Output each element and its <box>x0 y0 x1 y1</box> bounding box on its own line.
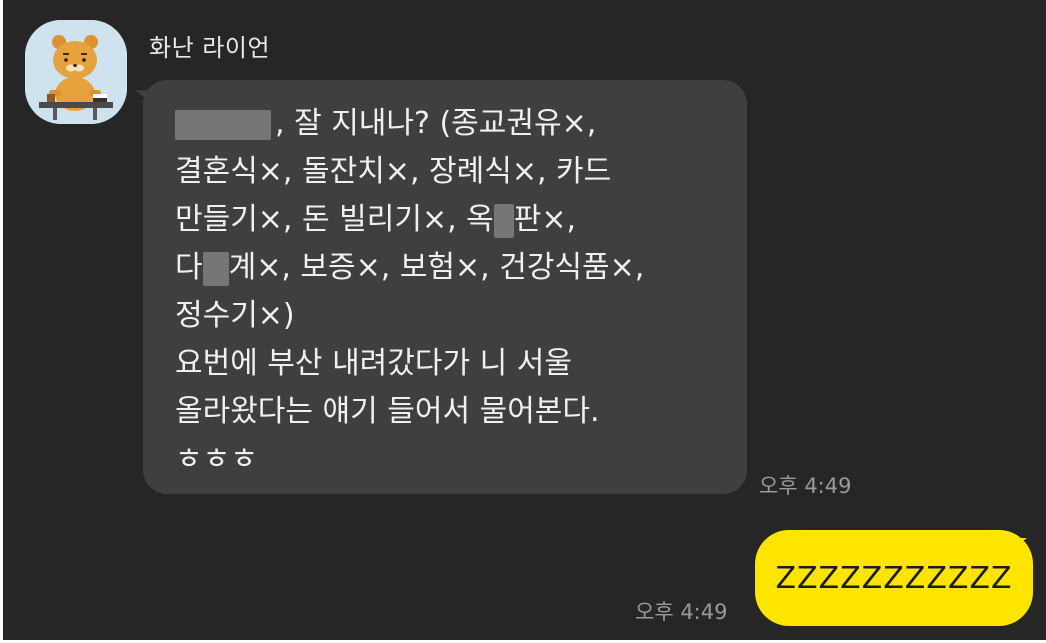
profile-avatar[interactable] <box>25 20 127 124</box>
outgoing-message-time: 오후 4:49 <box>635 600 728 624</box>
message-line-4: 다 계×, 보증×, 보험×, 건강식품×, <box>175 244 731 292</box>
redacted-word <box>202 251 229 286</box>
message-line-4-text-a: 다 <box>175 250 203 285</box>
sender-name: 화난 라이언 <box>149 34 271 62</box>
message-line-7: 올라왔다는 얘기 들어서 물어본다. <box>175 394 600 429</box>
message-line-1: , 잘 지내나? (종교권유×, <box>175 100 731 148</box>
redacted-word <box>493 203 514 238</box>
message-line-5: 정수기×) <box>175 298 295 333</box>
outgoing-message-bubble[interactable]: ZZZZZZZZZZZ <box>755 530 1033 626</box>
message-line-3-text-b: 판×, <box>513 202 577 237</box>
redacted-name <box>175 109 271 140</box>
outgoing-message-text: ZZZZZZZZZZZ <box>775 560 1013 596</box>
chat-screen: 화난 라이언 , 잘 지내나? (종교권유×, 결혼식×, 돌잔치×, 장례식×… <box>0 0 1046 643</box>
ryan-lion-character-icon <box>25 20 127 124</box>
incoming-message-bubble[interactable]: , 잘 지내나? (종교권유×, 결혼식×, 돌잔치×, 장례식×, 카드 만들… <box>135 80 747 494</box>
message-line-2: 결혼식×, 돌잔치×, 장례식×, 카드 <box>175 154 612 189</box>
message-line-1-text: , 잘 지내나? (종교권유×, <box>275 106 597 141</box>
message-line-4-text-b: 계×, 보증×, 보험×, 건강식품×, <box>228 250 645 285</box>
message-line-8: ㅎㅎㅎ <box>175 442 258 477</box>
message-line-6: 요번에 부산 내려갔다가 니 서울 <box>175 346 572 381</box>
message-line-3: 만들기×, 돈 빌리기×, 옥 판×, <box>175 196 731 244</box>
message-line-3-text-a: 만들기×, 돈 빌리기×, 옥 <box>175 202 494 237</box>
incoming-message-time: 오후 4:49 <box>759 474 852 498</box>
